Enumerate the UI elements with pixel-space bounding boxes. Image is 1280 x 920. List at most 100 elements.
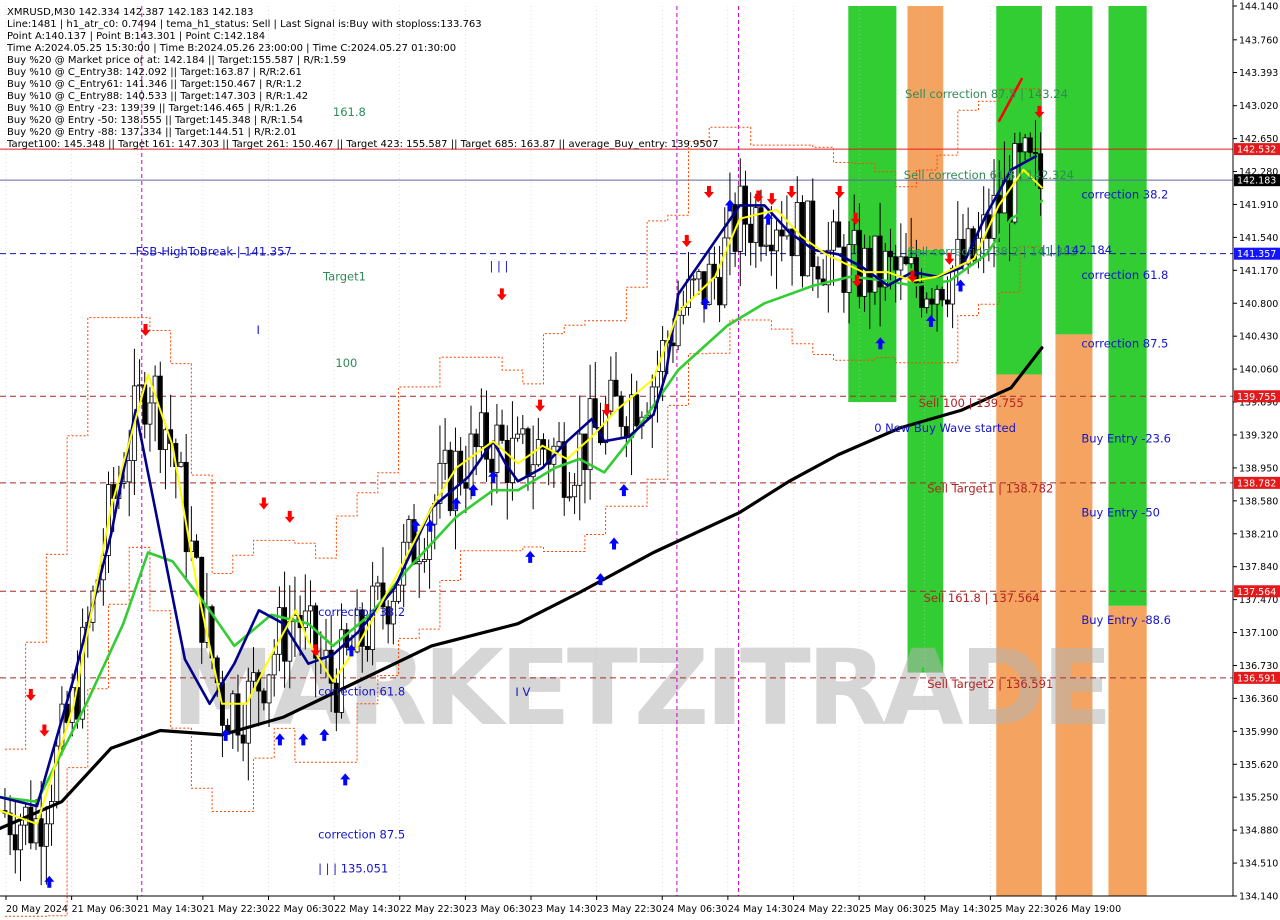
candle-body	[251, 672, 256, 682]
time-tick-label: 22 May 22:30	[400, 904, 465, 915]
candle-body	[240, 734, 246, 744]
time-tick-label: 21 May 14:30	[137, 904, 202, 915]
zone-green	[848, 6, 897, 403]
candle-body	[556, 441, 562, 447]
chart-annotation: I	[256, 323, 259, 337]
candle-body	[1033, 151, 1038, 155]
price-tick-label: 136.730	[1239, 661, 1278, 672]
price-tick-label: 137.100	[1239, 628, 1278, 639]
price-tick-label: 141.170	[1239, 266, 1278, 277]
candle-body	[178, 461, 184, 468]
price-tick-label: 138.950	[1239, 463, 1278, 474]
candle-body	[194, 540, 199, 558]
candle-body	[872, 235, 878, 293]
chart-annotation: 161.8	[333, 105, 366, 119]
price-tick-label: 135.990	[1239, 727, 1278, 738]
candle-body	[364, 645, 370, 650]
price-tick-label: 136.360	[1239, 694, 1278, 705]
candle-body	[416, 561, 422, 565]
chart-window[interactable]: MARKETZITRADE 161.8 Target1 100 FSB-HighToB…	[0, 0, 1280, 920]
chart-annotation: 100	[335, 356, 357, 370]
info-line: XMRUSD,M30 142.334 142.387 142.183 142.1…	[7, 7, 253, 18]
price-axis[interactable]: 144.140143.760143.393143.020142.650142.2…	[1232, 0, 1280, 920]
price-tick-label: 143.760	[1239, 35, 1278, 46]
price-tick-label: 140.800	[1239, 299, 1278, 310]
candle-body	[561, 441, 567, 498]
price-tick-label: 135.620	[1239, 760, 1278, 771]
price-tick-label: 143.393	[1239, 68, 1278, 79]
candle-body	[691, 278, 697, 281]
candle-body	[929, 298, 935, 305]
chart-annotation: | | | 135.051	[318, 861, 388, 875]
candle-body	[944, 299, 950, 305]
candle-body	[722, 237, 728, 306]
candle-body	[520, 428, 526, 435]
info-line: Point A:140.137 | Point B:143.301 | Poin…	[7, 31, 265, 42]
price-tick-label: 143.020	[1239, 101, 1278, 112]
candle-body	[28, 806, 34, 844]
candle-body	[763, 244, 769, 247]
candle-body	[950, 267, 956, 305]
candle-body	[888, 250, 893, 258]
candle-body	[831, 221, 836, 251]
price-tag-label: 139.755	[1237, 392, 1276, 403]
chart-annotation: FSB-HighToBreak | 141.357	[136, 245, 292, 259]
zone-orange	[907, 6, 944, 250]
candle-body	[893, 256, 899, 271]
candle-body	[898, 256, 904, 271]
candle-body	[623, 426, 629, 438]
candle-body	[846, 244, 852, 293]
price-chart[interactable]: MARKETZITRADE 161.8Target1100FSB-HighToB…	[0, 0, 1280, 920]
candle-body	[287, 621, 293, 662]
candle-body	[696, 271, 702, 280]
candle-body	[934, 288, 940, 305]
price-tick-label: 135.250	[1239, 793, 1278, 804]
candle-body	[463, 482, 469, 489]
price-tick-label: 134.510	[1239, 859, 1278, 870]
time-tick-label: 24 May 06:30	[662, 904, 727, 915]
candle-body	[774, 229, 779, 252]
candle-body	[183, 461, 189, 553]
price-tick-label: 134.140	[1239, 892, 1278, 903]
chart-annotation: Sell 161.8 | 137.564	[924, 591, 1040, 605]
price-tag-label: 142.183	[1237, 176, 1276, 187]
candle-body	[535, 439, 541, 466]
candle-body	[230, 693, 236, 734]
price-tick-label: 139.320	[1239, 430, 1278, 441]
candle-body	[12, 834, 18, 851]
chart-annotation: correction 87.5	[318, 828, 405, 842]
price-tick-label: 138.210	[1239, 529, 1278, 540]
chart-annotation: correction 38.2	[1081, 188, 1168, 202]
info-line: Buy %10 @ C_Entry38: 142.092 || Target:1…	[7, 67, 302, 78]
time-tick-label: 25 May 06:30	[859, 904, 924, 915]
time-tick-label: 23 May 22:30	[597, 904, 662, 915]
candle-body	[919, 282, 924, 308]
price-tag-label: 136.591	[1237, 673, 1276, 684]
candle-body	[499, 424, 505, 441]
candle-body	[1022, 137, 1028, 153]
candle-body	[43, 823, 49, 847]
chart-annotation: | | |	[490, 259, 509, 273]
candle-body	[836, 221, 842, 248]
info-line: Buy %10 @ Entry -23: 139.39 || Target:14…	[7, 103, 297, 114]
info-line: Buy %10 @ C_Entry88: 140.533 || Target:1…	[7, 91, 308, 102]
candle-body	[18, 824, 23, 851]
time-tick-label: 21 May 06:30	[72, 904, 137, 915]
time-tick-label: 25 May 14:30	[925, 904, 990, 915]
info-line: Target100: 145.348 || Target 161: 147.30…	[6, 139, 718, 150]
candle-body	[608, 379, 614, 412]
time-tick-label: 25 May 22:30	[990, 904, 1055, 915]
candle-body	[442, 449, 448, 464]
candle-body	[572, 484, 578, 498]
candle-body	[245, 680, 251, 744]
zone-orange	[1108, 605, 1147, 896]
info-line: Buy %20 @ Market price or at: 142.184 ||…	[7, 55, 346, 66]
candle-body	[1017, 143, 1023, 153]
price-tick-label: 141.540	[1239, 233, 1278, 244]
chart-annotation: Buy Entry -88.6	[1081, 613, 1171, 627]
time-tick-label: 22 May 06:30	[269, 904, 334, 915]
chart-annotation: 0 New Buy Wave started	[874, 421, 1016, 435]
info-line: Buy %20 @ Entry -50: 138.555 || Target:1…	[7, 115, 303, 126]
price-tick-label: 134.880	[1239, 826, 1278, 837]
candle-body	[163, 429, 168, 450]
